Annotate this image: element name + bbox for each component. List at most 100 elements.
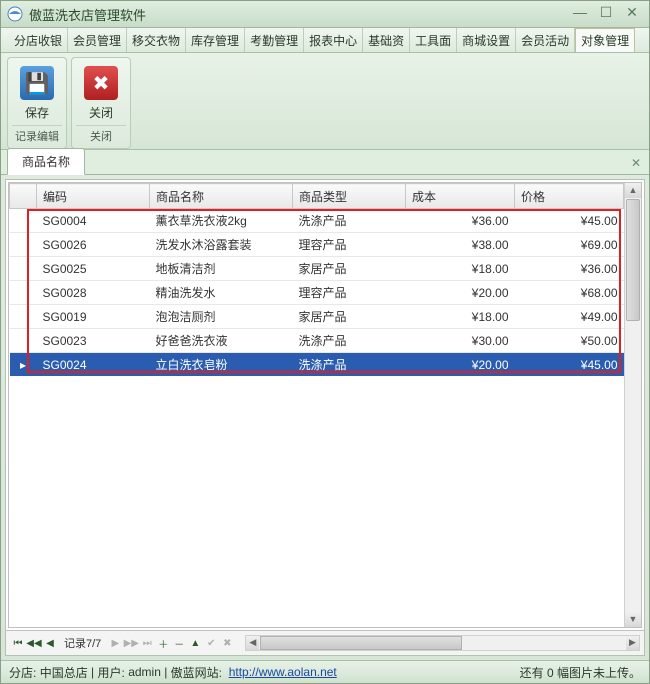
nav-add-button[interactable]: ＋ [155,636,171,651]
close-window-button[interactable]: ✕ [621,5,643,23]
cell-code: SG0019 [37,305,150,329]
data-grid[interactable]: 编码商品名称商品类型成本价格默认单位 SG0004薰衣草洗衣液2kg洗涤产品¥3… [8,182,642,628]
horizontal-scrollbar[interactable]: ◀ ▶ [245,635,640,651]
cell-name: 泡泡洁厕剂 [150,305,293,329]
scroll-down-icon[interactable]: ▼ [625,612,641,627]
cell-type: 理容产品 [293,281,406,305]
scroll-right-icon[interactable]: ▶ [626,636,639,650]
statusbar: 分店: 中国总店 | 用户: admin | 傲蓝网站: http://www.… [1,660,649,683]
menu-item-1[interactable]: 会员管理 [68,28,127,52]
cell-code: SG0026 [37,233,150,257]
cell-price: ¥50.00 [515,329,624,353]
row-indicator [10,329,37,353]
tabstrip: 商品名称 ✕ [1,150,649,175]
table-row[interactable]: SG0004薰衣草洗衣液2kg洗涤产品¥36.00¥45.00条 [10,209,643,233]
nav-last-button[interactable]: ⏭ [139,638,155,649]
row-indicator [10,281,37,305]
cell-price: ¥68.00 [515,281,624,305]
record-indicator: 记录7/7 [64,635,101,651]
cell-type: 家居产品 [293,305,406,329]
menu-item-9[interactable]: 会员活动 [516,28,575,52]
save-button-icon: 💾 [20,66,54,100]
column-header-4[interactable]: 价格 [515,184,624,209]
row-indicator [10,305,37,329]
menu-item-7[interactable]: 工具面 [410,28,457,52]
status-site-label: 傲蓝网站: [171,664,222,681]
cell-price: ¥69.00 [515,233,624,257]
minimize-button[interactable]: — [569,5,591,23]
cell-type: 家居产品 [293,257,406,281]
menubar: 分店收银会员管理移交衣物库存管理考勤管理报表中心基础资工具面商城设置会员活动对象… [1,28,649,53]
tab-product-name[interactable]: 商品名称 [7,148,85,175]
vertical-scrollbar[interactable]: ▲ ▼ [624,183,641,627]
cell-cost: ¥30.00 [406,329,515,353]
status-right: 还有 0 幅图片未上传。 [520,664,641,681]
cell-code: SG0004 [37,209,150,233]
table-row[interactable]: SG0019泡泡洁厕剂家居产品¥18.00¥49.00 [10,305,643,329]
nav-next-page-button[interactable]: ▶▶ [123,638,139,649]
tab-close-icon[interactable]: ✕ [631,156,641,174]
cell-cost: ¥36.00 [406,209,515,233]
cell-price: ¥45.00 [515,353,624,377]
cell-name: 精油洗发水 [150,281,293,305]
menu-item-10[interactable]: 对象管理 [575,28,635,52]
nav-edit-button[interactable]: ▲ [187,638,203,649]
nav-cancel-button[interactable]: ✖ [219,638,235,649]
nav-delete-button[interactable]: － [171,636,187,651]
nav-confirm-button[interactable]: ✔ [203,638,219,649]
menu-item-2[interactable]: 移交衣物 [127,28,186,52]
table-row[interactable]: SG0025地板清洁剂家居产品¥18.00¥36.00瓶 [10,257,643,281]
status-store-label: 分店: [9,664,36,681]
cell-code: SG0024 [37,353,150,377]
scroll-left-icon[interactable]: ◀ [246,636,259,650]
maximize-button[interactable]: ☐ [595,5,617,23]
scroll-up-icon[interactable]: ▲ [625,183,641,198]
toolbar-group-1: ✖ 关闭关闭 [71,57,131,149]
column-header-0[interactable]: 编码 [37,184,150,209]
column-header-2[interactable]: 商品类型 [293,184,406,209]
nav-prev-button[interactable]: ◀ [42,638,58,649]
row-indicator [10,209,37,233]
cell-code: SG0023 [37,329,150,353]
cell-cost: ¥20.00 [406,353,515,377]
hscroll-thumb[interactable] [260,636,462,650]
cell-cost: ¥18.00 [406,305,515,329]
cell-name: 洗发水沐浴露套装 [150,233,293,257]
scroll-thumb[interactable] [626,199,640,321]
menu-item-6[interactable]: 基础资 [363,28,410,52]
nav-prev-page-button[interactable]: ◀◀ [26,638,42,649]
window-title: 傲蓝洗衣店管理软件 [29,5,565,24]
nav-next-button[interactable]: ▶ [107,638,123,649]
menu-item-0[interactable]: 分店收银 [9,28,68,52]
cell-price: ¥49.00 [515,305,624,329]
table-row[interactable]: SG0028精油洗发水理容产品¥20.00¥68.00瓶 [10,281,643,305]
close-button-label: 关闭 [89,104,113,121]
column-header-1[interactable]: 商品名称 [150,184,293,209]
app-icon [7,6,23,22]
menu-item-8[interactable]: 商城设置 [457,28,516,52]
titlebar: 傲蓝洗衣店管理软件 — ☐ ✕ [1,1,649,28]
column-header-3[interactable]: 成本 [406,184,515,209]
cell-type: 理容产品 [293,233,406,257]
nav-first-button[interactable]: ⏮ [10,638,26,649]
table-row[interactable]: SG0026洗发水沐浴露套装理容产品¥38.00¥69.00套 [10,233,643,257]
table-row[interactable]: SG0023好爸爸洗衣液洗涤产品¥30.00¥50.00瓶 [10,329,643,353]
menu-item-5[interactable]: 报表中心 [304,28,363,52]
row-indicator [10,257,37,281]
cell-cost: ¥20.00 [406,281,515,305]
close-button[interactable]: ✖ 关闭 [78,62,124,123]
status-user-label: 用户: [98,664,125,681]
content-area: 编码商品名称商品类型成本价格默认单位 SG0004薰衣草洗衣液2kg洗涤产品¥3… [5,179,645,656]
menu-item-3[interactable]: 库存管理 [186,28,245,52]
cell-type: 洗涤产品 [293,209,406,233]
save-button[interactable]: 💾保存 [14,62,60,123]
cell-cost: ¥18.00 [406,257,515,281]
status-site-link[interactable]: http://www.aolan.net [229,665,337,679]
toolbar-group-0: 💾保存记录编辑 [7,57,67,149]
row-indicator [10,233,37,257]
menu-item-4[interactable]: 考勤管理 [245,28,304,52]
cell-code: SG0028 [37,281,150,305]
close-button-icon: ✖ [84,66,118,100]
cell-type: 洗涤产品 [293,329,406,353]
table-row[interactable]: ▸SG0024立白洗衣皂粉洗涤产品¥20.00¥45.00袋 [10,353,643,377]
